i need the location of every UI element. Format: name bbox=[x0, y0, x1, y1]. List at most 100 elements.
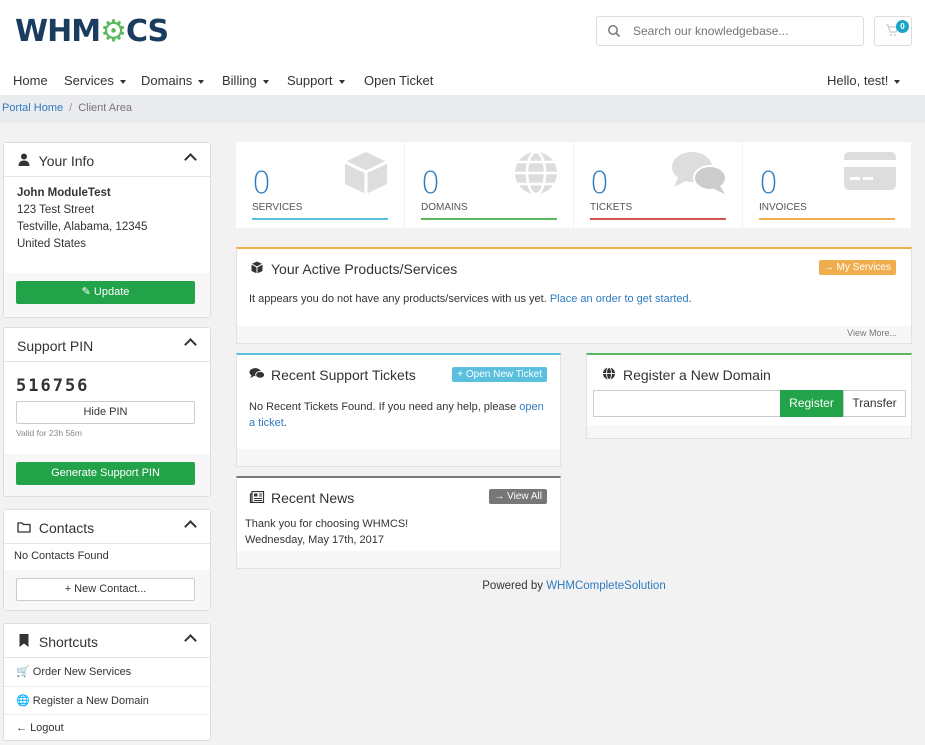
credit-card-icon bbox=[844, 152, 896, 190]
nav-billing[interactable]: Billing bbox=[222, 73, 269, 88]
stat-underline bbox=[759, 218, 895, 220]
nav-services[interactable]: Services bbox=[64, 73, 126, 88]
whmcs-logo[interactable]: WHM⚙CS bbox=[15, 14, 169, 49]
news-item-text: Thank you for choosing WHMCS! bbox=[245, 518, 409, 530]
active-products-title-text: Your Active Products/Services bbox=[271, 261, 458, 277]
update-button[interactable]: ✎ Update bbox=[16, 281, 195, 304]
news-item[interactable]: Thank you for choosing WHMCS! Wednesday,… bbox=[245, 516, 408, 548]
chevron-up-icon[interactable] bbox=[184, 634, 197, 647]
globe-icon bbox=[603, 367, 615, 380]
view-more-link[interactable]: View More... bbox=[847, 328, 897, 338]
nav-home-label: Home bbox=[13, 73, 48, 88]
recent-news-title: Recent News bbox=[249, 490, 354, 506]
pin-validity-text: Valid for 23h 56m bbox=[16, 428, 82, 438]
stat-value: 0 bbox=[421, 166, 441, 201]
contacts-header[interactable]: Contacts bbox=[4, 510, 210, 544]
stat-label: INVOICES bbox=[759, 202, 807, 213]
no-products-text: It appears you do not have any products/… bbox=[249, 293, 547, 305]
view-all-news-button[interactable]: → View All bbox=[489, 489, 547, 504]
nav-billing-label: Billing bbox=[222, 73, 257, 88]
no-tickets-text: No Recent Tickets Found. If you need any… bbox=[249, 401, 517, 413]
support-pin-value: 516756 bbox=[16, 376, 90, 396]
active-products-title: Your Active Products/Services bbox=[249, 261, 457, 277]
your-info-title: Your Info bbox=[38, 153, 95, 169]
shortcut-register-domain[interactable]: 🌐 Register a New Domain bbox=[4, 686, 210, 714]
register-domain-title: Register a New Domain bbox=[601, 367, 771, 383]
caret-down-icon bbox=[894, 79, 901, 84]
breadcrumb-current: Client Area bbox=[78, 102, 133, 114]
chevron-up-icon[interactable] bbox=[184, 153, 197, 166]
place-order-link[interactable]: Place an order to get started bbox=[550, 293, 689, 305]
whmcs-link[interactable]: WHMCompleteSolution bbox=[546, 580, 666, 592]
logo-text-end: CS bbox=[125, 14, 169, 49]
hide-pin-button[interactable]: Hide PIN bbox=[16, 401, 195, 424]
folder-icon bbox=[17, 522, 31, 533]
knowledgebase-search[interactable] bbox=[596, 16, 864, 46]
shortcut-logout[interactable]: ← Logout bbox=[4, 714, 210, 742]
newspaper-icon bbox=[249, 491, 265, 503]
stat-tile-services[interactable]: 0 SERVICES bbox=[236, 142, 404, 228]
my-services-button[interactable]: → My Services bbox=[818, 260, 896, 275]
recent-tickets-panel: Recent Support Tickets + Open New Ticket… bbox=[236, 353, 561, 467]
nav-open-ticket[interactable]: Open Ticket bbox=[364, 73, 433, 88]
user-greeting: Hello, test! bbox=[827, 73, 889, 88]
support-pin-header[interactable]: Support PIN bbox=[4, 328, 210, 362]
cart-icon: 🛒 bbox=[16, 666, 33, 678]
stat-tile-invoices[interactable]: 0 INVOICES bbox=[743, 142, 911, 228]
transfer-domain-button[interactable]: Transfer bbox=[843, 390, 906, 417]
recent-news-footer bbox=[237, 551, 560, 568]
your-info-body: John ModuleTest 123 Test Street Testvill… bbox=[4, 177, 210, 273]
nav-open-ticket-label: Open Ticket bbox=[364, 73, 434, 88]
nav-domains[interactable]: Domains bbox=[141, 73, 205, 88]
arrow-left-icon: ← bbox=[16, 722, 31, 734]
bookmark-icon bbox=[19, 634, 29, 647]
breadcrumb-separator: / bbox=[69, 102, 73, 114]
chevron-up-icon[interactable] bbox=[184, 520, 197, 533]
recent-news-title-text: Recent News bbox=[271, 490, 355, 506]
recent-news-panel: Recent News → View All Thank you for cho… bbox=[236, 476, 561, 569]
no-products-text-end: . bbox=[688, 293, 692, 305]
new-contact-button[interactable]: + New Contact... bbox=[16, 578, 195, 601]
your-info-panel: Your Info John ModuleTest 123 Test Stree… bbox=[3, 142, 211, 318]
support-pin-footer: Generate Support PIN bbox=[4, 454, 210, 496]
shortcuts-header[interactable]: Shortcuts bbox=[4, 624, 210, 658]
register-domain-button[interactable]: Register bbox=[780, 390, 843, 417]
site-header: WHM⚙CS 0 bbox=[0, 0, 925, 68]
powered-by: Powered by WHMCompleteSolution bbox=[236, 580, 912, 592]
shortcut-order-label: Order New Services bbox=[32, 666, 132, 678]
stat-underline bbox=[252, 218, 388, 220]
comments-icon bbox=[672, 152, 727, 194]
powered-by-text: Powered by bbox=[482, 580, 543, 592]
contacts-empty-text: No Contacts Found bbox=[14, 550, 109, 562]
domain-input[interactable] bbox=[593, 390, 781, 417]
stat-value: 0 bbox=[252, 166, 272, 201]
recent-tickets-text: No Recent Tickets Found. If you need any… bbox=[249, 399, 549, 431]
search-input[interactable] bbox=[633, 21, 857, 41]
shortcut-logout-label: Logout bbox=[30, 722, 64, 734]
generate-pin-button[interactable]: Generate Support PIN bbox=[16, 462, 195, 485]
breadcrumb-home-link[interactable]: Portal Home bbox=[2, 102, 63, 114]
cart-button[interactable]: 0 bbox=[874, 16, 912, 46]
open-new-ticket-button[interactable]: + Open New Ticket bbox=[452, 367, 547, 382]
no-tickets-text-end: . bbox=[283, 417, 287, 429]
main-navigation: Home Services Domains Billing Support Op… bbox=[0, 68, 925, 95]
pencil-icon: ✎ bbox=[81, 286, 94, 298]
contacts-title: Contacts bbox=[38, 520, 95, 536]
stat-underline bbox=[590, 218, 726, 220]
shortcut-register-label: Register a New Domain bbox=[32, 695, 149, 707]
shortcut-order-services[interactable]: 🛒 Order New Services bbox=[4, 658, 210, 686]
globe-icon bbox=[515, 150, 557, 196]
globe-icon: 🌐 bbox=[16, 695, 33, 707]
nav-support[interactable]: Support bbox=[287, 73, 345, 88]
nav-home[interactable]: Home bbox=[13, 73, 48, 88]
your-info-header[interactable]: Your Info bbox=[4, 143, 210, 177]
update-label: Update bbox=[93, 286, 130, 298]
recent-tickets-title: Recent Support Tickets bbox=[249, 367, 416, 383]
user-menu[interactable]: Hello, test! bbox=[827, 73, 901, 88]
stat-tile-domains[interactable]: 0 DOMAINS bbox=[405, 142, 573, 228]
stat-tile-tickets[interactable]: 0 TICKETS bbox=[574, 142, 742, 228]
stat-label: DOMAINS bbox=[421, 202, 468, 213]
chevron-up-icon[interactable] bbox=[184, 338, 197, 351]
recent-tickets-footer bbox=[237, 449, 560, 466]
nav-services-label: Services bbox=[64, 73, 114, 88]
